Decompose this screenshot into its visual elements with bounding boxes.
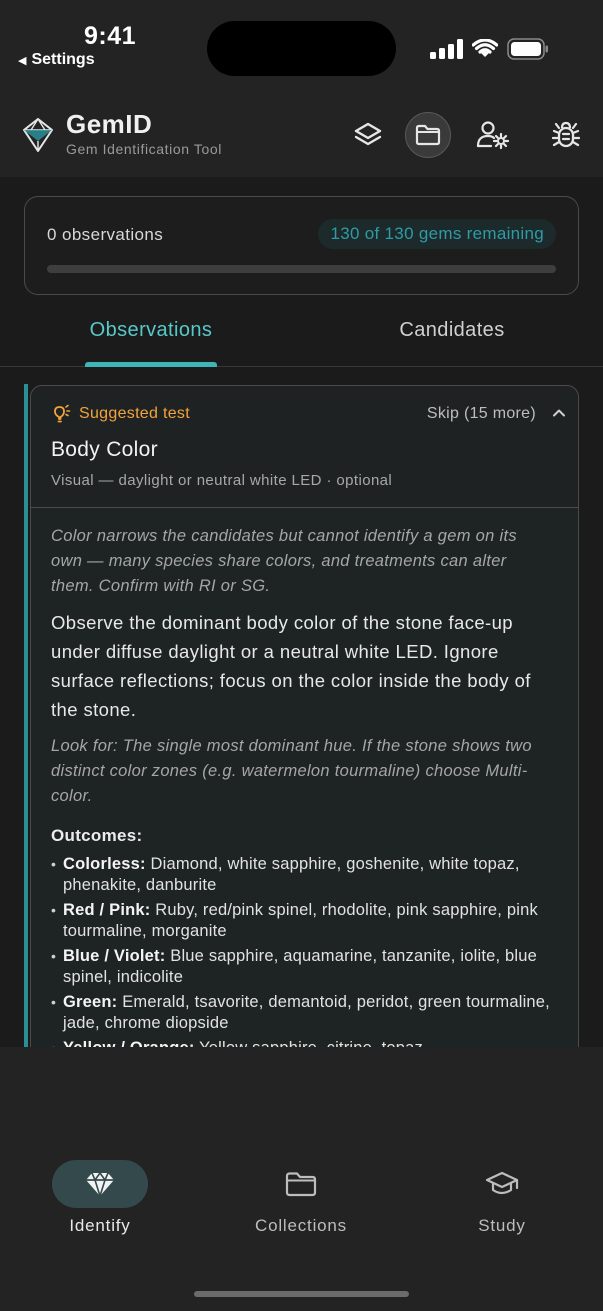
gem-logo-icon bbox=[23, 117, 53, 152]
diamond-icon bbox=[86, 1172, 114, 1197]
outcome-item[interactable]: Colorless: Diamond, white sapphire, gosh… bbox=[51, 854, 551, 896]
nav-identify[interactable]: Identify bbox=[30, 1160, 170, 1236]
card-accent-bar bbox=[24, 384, 28, 1047]
progress-card: 0 observations 130 of 130 gems remaining bbox=[24, 196, 579, 295]
app-title: GemID bbox=[66, 109, 153, 139]
chevron-up-icon[interactable] bbox=[552, 406, 566, 420]
test-card-body: Color narrows the candidates but cannot … bbox=[51, 524, 551, 1047]
outcome-item[interactable]: Red / Pink: Ruby, red/pink spinel, rhodo… bbox=[51, 900, 551, 942]
nav-collections-pill bbox=[253, 1160, 349, 1208]
tab-candidates[interactable]: Candidates bbox=[382, 303, 522, 367]
layers-icon bbox=[354, 122, 382, 146]
outcome-name: Yellow / Orange: bbox=[63, 1039, 195, 1047]
wifi-icon bbox=[472, 39, 498, 57]
outcome-desc: Yellow sapphire, citrine, topaz bbox=[199, 1039, 423, 1047]
outcome-item[interactable]: Green: Emerald, tsavorite, demantoid, pe… bbox=[51, 992, 551, 1034]
status-icons bbox=[430, 38, 549, 60]
cellular-signal-icon bbox=[430, 39, 463, 59]
app-subtitle: Gem Identification Tool bbox=[66, 141, 222, 157]
back-to-settings-link[interactable]: ◀ Settings bbox=[18, 51, 95, 69]
suggested-test-text: Suggested test bbox=[79, 405, 190, 422]
main-content[interactable]: 0 observations 130 of 130 gems remaining… bbox=[0, 177, 603, 1047]
folder-icon bbox=[285, 1172, 317, 1197]
bottom-navigation: Identify Collections Study bbox=[0, 1047, 603, 1311]
user-settings-icon bbox=[476, 121, 510, 150]
nav-study[interactable]: Study bbox=[432, 1160, 572, 1236]
lightbulb-icon bbox=[54, 404, 71, 423]
folder-icon bbox=[415, 124, 441, 146]
nav-collections[interactable]: Collections bbox=[231, 1160, 371, 1236]
test-title: Body Color bbox=[51, 438, 158, 461]
bug-icon bbox=[552, 121, 580, 148]
outcome-name: Blue / Violet: bbox=[63, 947, 166, 965]
outcome-name: Colorless: bbox=[63, 855, 146, 873]
progress-bar bbox=[47, 265, 556, 273]
back-settings-label: Settings bbox=[31, 51, 95, 68]
test-card-header[interactable]: Suggested test Skip (15 more) Body Color… bbox=[31, 386, 578, 508]
status-time: 9:41 bbox=[84, 22, 137, 50]
gems-remaining-badge: 130 of 130 gems remaining bbox=[318, 219, 556, 249]
suggested-test-card: Suggested test Skip (15 more) Body Color… bbox=[30, 385, 579, 1047]
observation-count: 0 observations bbox=[47, 225, 164, 244]
dynamic-island bbox=[207, 21, 396, 76]
outcomes-label: Outcomes: bbox=[51, 826, 143, 845]
outcome-item[interactable]: Blue / Violet: Blue sapphire, aquamarine… bbox=[51, 946, 551, 988]
nav-identify-label: Identify bbox=[69, 1216, 131, 1235]
test-note: Color narrows the candidates but cannot … bbox=[51, 527, 517, 595]
nav-collections-label: Collections bbox=[255, 1216, 347, 1235]
folder-button[interactable] bbox=[405, 112, 451, 158]
nav-study-pill bbox=[454, 1160, 550, 1208]
outcome-desc: Emerald, tsavorite, demantoid, peridot, … bbox=[63, 993, 550, 1032]
test-meta: Visual — daylight or neutral white LED ·… bbox=[51, 472, 393, 489]
app-header: GemID Gem Identification Tool bbox=[0, 100, 603, 177]
nav-identify-pill bbox=[52, 1160, 148, 1208]
battery-icon bbox=[507, 38, 548, 60]
outcome-name: Red / Pink: bbox=[63, 901, 151, 919]
outcome-list: Colorless: Diamond, white sapphire, gosh… bbox=[51, 854, 551, 1047]
user-settings-button[interactable] bbox=[470, 112, 516, 158]
skip-button[interactable]: Skip (15 more) bbox=[427, 405, 536, 423]
tab-bar: Observations Candidates bbox=[0, 303, 603, 367]
outcome-item[interactable]: Yellow / Orange: Yellow sapphire, citrin… bbox=[51, 1038, 551, 1047]
home-indicator bbox=[194, 1291, 409, 1297]
tab-observations[interactable]: Observations bbox=[85, 303, 217, 367]
back-arrow-icon: ◀ bbox=[18, 54, 27, 67]
debug-button[interactable] bbox=[543, 112, 589, 158]
suggested-test-label: Suggested test bbox=[51, 404, 190, 424]
test-instructions: Observe the dominant body color of the s… bbox=[51, 612, 531, 720]
status-bar: 9:41 ◀ Settings bbox=[0, 0, 603, 100]
layers-button[interactable] bbox=[345, 112, 391, 158]
graduation-cap-icon bbox=[485, 1171, 519, 1195]
look-for-hint: Look for: The single most dominant hue. … bbox=[51, 737, 532, 805]
outcome-name: Green: bbox=[63, 993, 118, 1011]
active-tab-indicator bbox=[85, 362, 217, 367]
nav-study-label: Study bbox=[478, 1216, 526, 1235]
